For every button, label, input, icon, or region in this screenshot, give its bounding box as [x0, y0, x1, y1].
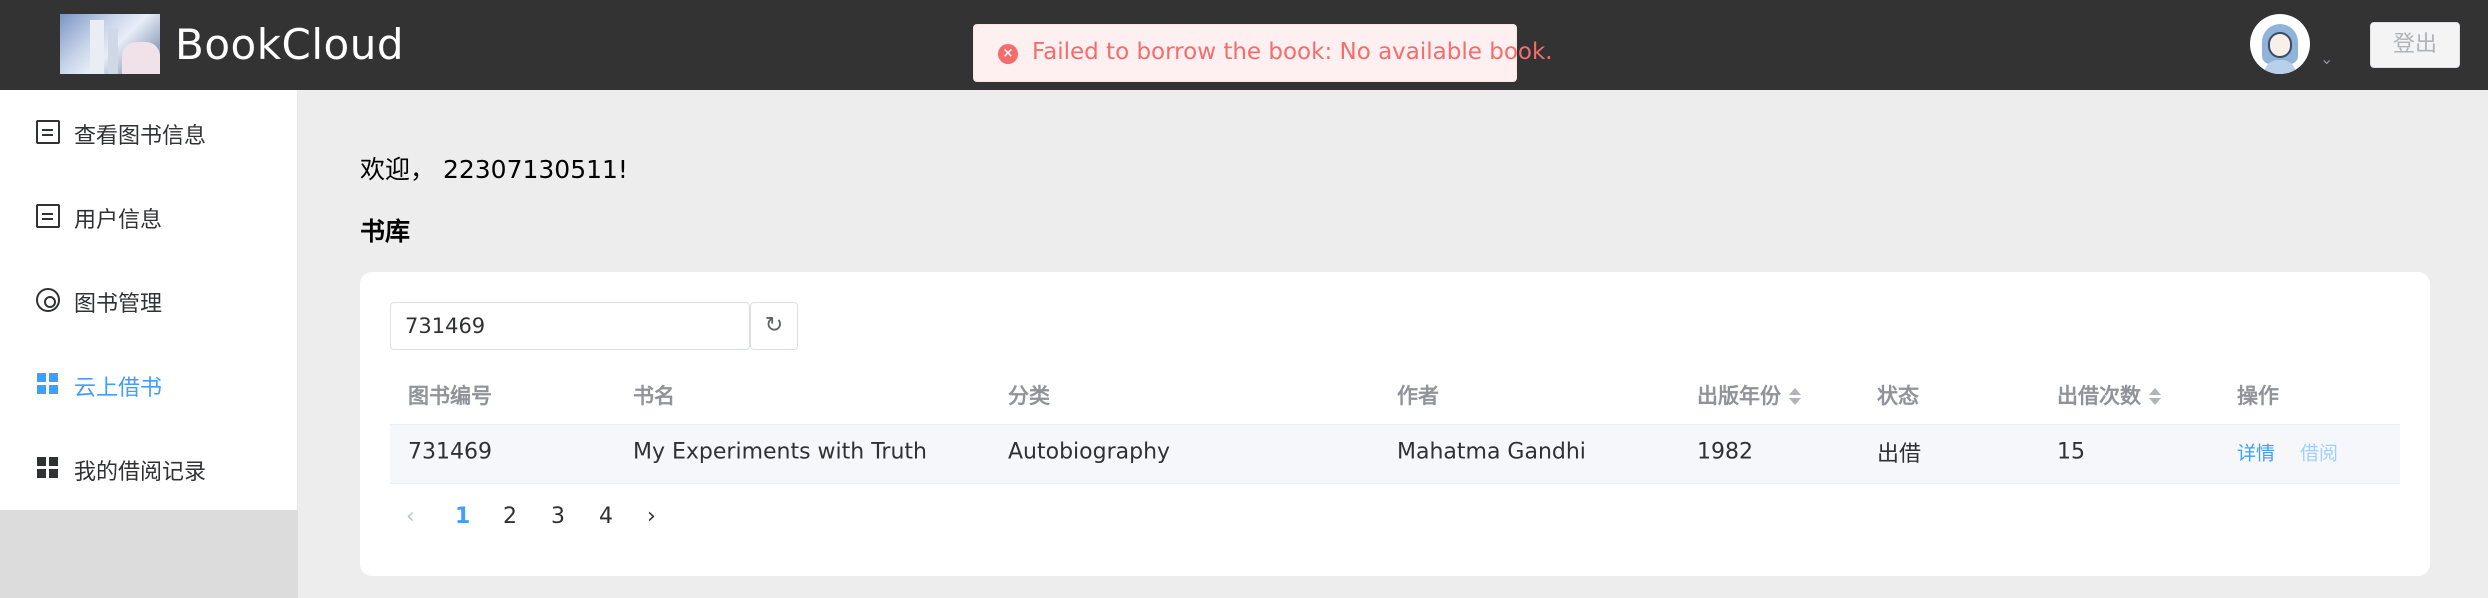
- detail-link[interactable]: 详情: [2237, 439, 2275, 466]
- gear-icon: [36, 288, 60, 312]
- document-icon: [36, 204, 60, 228]
- refresh-button[interactable]: ↻: [750, 302, 798, 350]
- search-input[interactable]: [390, 302, 750, 350]
- welcome-text: 欢迎， 22307130511!: [360, 155, 628, 184]
- sidebar-item-label: 用户信息: [74, 208, 163, 233]
- sidebar-item-label: 图书管理: [74, 292, 163, 317]
- page-1-button[interactable]: 1: [455, 504, 470, 529]
- sidebar-item-cloud-borrow[interactable]: 云上借书: [0, 342, 298, 426]
- cell-id: 731469: [408, 439, 492, 465]
- cell-status: 出借: [1877, 442, 1922, 467]
- cell-borrow-count: 15: [2057, 439, 2085, 465]
- logo-image: [60, 14, 160, 74]
- chevron-down-icon[interactable]: ⌄: [2320, 51, 2334, 67]
- column-header-borrow-count[interactable]: 出借次数: [2057, 380, 2161, 410]
- close-circle-icon: ×: [998, 44, 1018, 64]
- column-header-year[interactable]: 出版年份: [1697, 380, 1801, 410]
- sidebar-item-label: 我的借阅记录: [74, 460, 207, 485]
- column-header-actions: 操作: [2237, 384, 2279, 408]
- page-4-button[interactable]: 4: [599, 504, 613, 529]
- cell-author: Mahatma Gandhi: [1397, 439, 1586, 465]
- cell-year: 1982: [1697, 439, 1753, 465]
- column-header-category: 分类: [1008, 384, 1050, 408]
- app-name: BookCloud: [175, 20, 404, 69]
- cell-category: Autobiography: [1008, 439, 1171, 465]
- logout-button[interactable]: 登出: [2370, 22, 2460, 68]
- sort-icon[interactable]: [2149, 387, 2161, 407]
- document-icon: [36, 120, 60, 144]
- sidebar: 查看图书信息 用户信息 图书管理 云上借书 我的借阅记录: [0, 90, 298, 598]
- library-card: ↻ 图书编号 书名 分类 作者 出版年份 状态 出借次数 操作 731469 M…: [360, 272, 2430, 576]
- page-2-button[interactable]: 2: [503, 504, 517, 529]
- column-header-title: 书名: [633, 384, 675, 408]
- avatar[interactable]: [2250, 14, 2310, 74]
- cell-title: My Experiments with Truth: [633, 439, 927, 465]
- refresh-icon: ↻: [764, 313, 784, 338]
- column-header-status: 状态: [1877, 384, 1919, 408]
- sidebar-item-label: 查看图书信息: [74, 124, 207, 149]
- top-header: BookCloud × Failed to borrow the book: N…: [0, 0, 2488, 90]
- sidebar-item-user-info[interactable]: 用户信息: [0, 174, 298, 258]
- sidebar-menu: 查看图书信息 用户信息 图书管理 云上借书 我的借阅记录: [0, 90, 298, 510]
- page-3-button[interactable]: 3: [551, 504, 565, 529]
- next-page-button[interactable]: ›: [647, 504, 656, 529]
- grid-icon: [36, 372, 60, 396]
- page-title: 书库: [360, 217, 411, 246]
- column-header-year-label: 出版年份: [1697, 384, 1781, 408]
- sidebar-item-view-books[interactable]: 查看图书信息: [0, 90, 298, 174]
- column-header-id: 图书编号: [408, 384, 492, 408]
- toast-message: Failed to borrow the book: No available …: [1032, 39, 1553, 65]
- column-header-author: 作者: [1397, 384, 1439, 408]
- error-toast: × Failed to borrow the book: No availabl…: [973, 24, 1553, 82]
- sidebar-item-my-records[interactable]: 我的借阅记录: [0, 426, 298, 510]
- sidebar-item-label: 云上借书: [74, 376, 163, 401]
- sidebar-item-book-management[interactable]: 图书管理: [0, 258, 298, 342]
- sort-icon[interactable]: [1789, 387, 1801, 407]
- column-header-borrow-count-label: 出借次数: [2057, 384, 2141, 408]
- borrow-link[interactable]: 借阅: [2300, 439, 2338, 466]
- prev-page-button[interactable]: ‹: [406, 504, 415, 529]
- grid-icon: [36, 456, 60, 480]
